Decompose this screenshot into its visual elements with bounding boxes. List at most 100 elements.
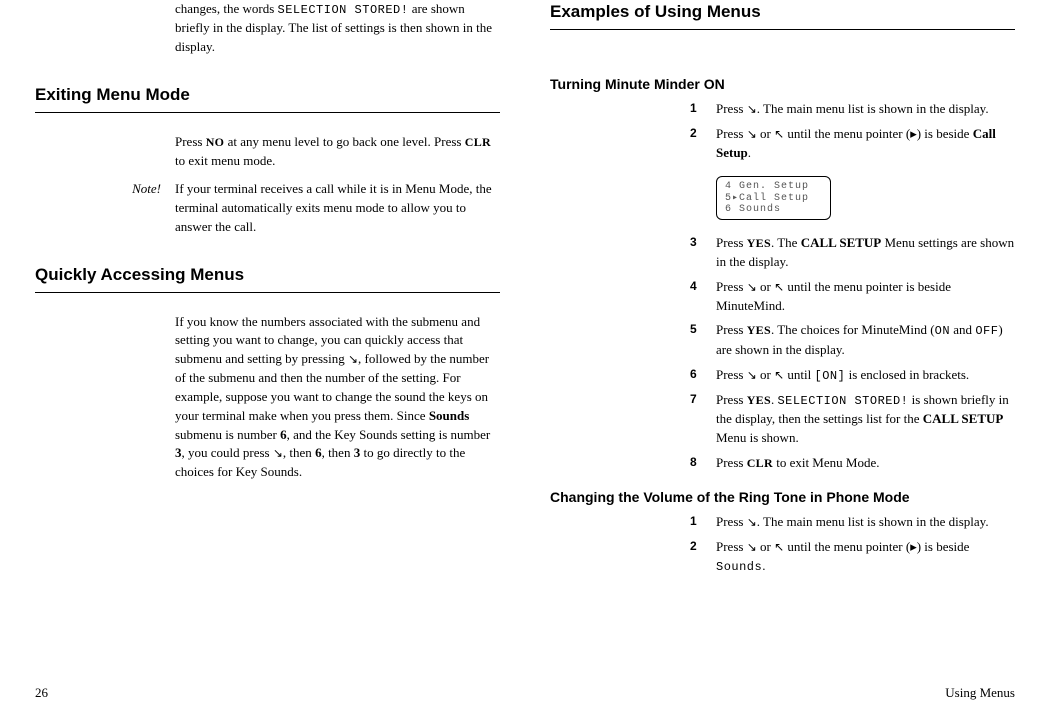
down-right-arrow-icon: ↘: [348, 351, 358, 368]
list-item: 7 Press YES. SELECTION STORED! is shown …: [690, 391, 1015, 448]
lcd-line: 5▸Call Setup: [725, 193, 822, 205]
text: Press: [716, 126, 747, 141]
step-number: 3: [690, 234, 716, 272]
text: or: [757, 539, 774, 554]
text: Press: [716, 322, 747, 337]
text: or: [757, 367, 774, 382]
down-right-arrow-icon: ↘: [747, 279, 757, 296]
text: . The main menu list is shown in the dis…: [757, 101, 989, 116]
bracketed-on: [ON]: [815, 369, 846, 383]
text: or: [757, 279, 774, 294]
step-text: Press YES. The choices for MinuteMind (O…: [716, 321, 1015, 359]
list-item: 8 Press CLR to exit Menu Mode.: [690, 454, 1015, 473]
text: at any menu level to go back one level. …: [224, 134, 464, 149]
text: Press: [716, 367, 747, 382]
text: Press: [716, 235, 747, 250]
heading-changing-volume: Changing the Volume of the Ring Tone in …: [550, 487, 1015, 507]
footer-section: Using Menus: [945, 684, 1015, 703]
steps-volume: 1 Press ↘. The main menu list is shown i…: [550, 513, 1015, 576]
text: , and the Key Sounds setting is number: [287, 427, 491, 442]
heading-quickly-accessing-menus: Quickly Accessing Menus: [35, 263, 500, 293]
key-clr: CLR: [465, 135, 491, 149]
list-item: 3 Press YES. The CALL SETUP Menu setting…: [690, 234, 1015, 272]
lcd-line: 4 Gen. Setup: [725, 181, 822, 193]
text: Press: [716, 539, 747, 554]
step-text: Press YES. The CALL SETUP Menu settings …: [716, 234, 1015, 272]
step-text: Press ↘. The main menu list is shown in …: [716, 513, 1015, 532]
right-column: Examples of Using Menus Turning Minute M…: [550, 0, 1015, 582]
text: and: [950, 322, 975, 337]
heading-turning-minute-minder-on: Turning Minute Minder ON: [550, 74, 1015, 94]
step-text: Press ↘. The main menu list is shown in …: [716, 100, 1015, 119]
text: submenu is number: [175, 427, 280, 442]
text: Press: [175, 134, 206, 149]
text: Press: [716, 279, 747, 294]
lcd-display: 4 Gen. Setup 5▸Call Setup 6 Sounds: [716, 176, 831, 220]
down-right-arrow-icon: ↘: [747, 514, 757, 531]
heading-examples-of-using-menus: Examples of Using Menus: [550, 0, 1015, 30]
step-number: 6: [690, 366, 716, 385]
exit-paragraph: Press NO at any menu level to go back on…: [35, 133, 500, 171]
note-label: Note!: [35, 180, 175, 237]
down-right-arrow-icon: ↘: [747, 539, 757, 556]
page-number: 26: [35, 684, 48, 703]
text: . The choices for MinuteMind (: [771, 322, 935, 337]
step-text: Press ↘ or ↖ until the menu pointer (▸) …: [716, 125, 1015, 163]
left-column: changes, the words SELECTION STORED! are…: [35, 0, 500, 582]
step-text: Press YES. SELECTION STORED! is shown br…: [716, 391, 1015, 448]
list-item: 5 Press YES. The choices for MinuteMind …: [690, 321, 1015, 359]
lcd-line: 6 Sounds: [725, 204, 822, 216]
sounds-bold: Sounds: [429, 408, 469, 423]
down-right-arrow-icon: ↘: [273, 445, 283, 462]
key-yes: YES: [747, 236, 771, 250]
down-right-arrow-icon: ↘: [747, 367, 757, 384]
quick-access-paragraph: If you know the numbers associated with …: [35, 313, 500, 483]
off-text: OFF: [975, 324, 998, 338]
text: is enclosed in brackets.: [845, 367, 969, 382]
step-number: 4: [690, 278, 716, 316]
text: Menu is shown.: [716, 430, 799, 445]
intro-continuation: changes, the words SELECTION STORED! are…: [35, 0, 500, 57]
up-left-arrow-icon: ↖: [774, 126, 784, 143]
key-yes: YES: [747, 323, 771, 337]
note-row: Note! If your terminal receives a call w…: [35, 180, 500, 237]
text: . The: [771, 235, 801, 250]
text: Press: [716, 392, 747, 407]
step-number: 1: [690, 100, 716, 119]
note-body: If your terminal receives a call while i…: [175, 180, 500, 237]
step-number: 8: [690, 454, 716, 473]
step-text: Press ↘ or ↖ until the menu pointer (▸) …: [716, 538, 1015, 576]
text: Press: [716, 514, 747, 529]
step-text: Press ↘ or ↖ until [ON] is enclosed in b…: [716, 366, 1015, 385]
key-yes: YES: [747, 393, 771, 407]
list-item: 1 Press ↘. The main menu list is shown i…: [690, 513, 1015, 532]
text: Press: [716, 455, 747, 470]
text: , then: [322, 445, 354, 460]
step-number: 7: [690, 391, 716, 448]
text: . The main menu list is shown in the dis…: [757, 514, 989, 529]
on-text: ON: [935, 324, 950, 338]
step-text: Press CLR to exit Menu Mode.: [716, 454, 1015, 473]
up-left-arrow-icon: ↖: [774, 279, 784, 296]
text: , you could press: [182, 445, 273, 460]
text: until: [784, 367, 814, 382]
text: , then: [283, 445, 315, 460]
step-text: Press ↘ or ↖ until the menu pointer is b…: [716, 278, 1015, 316]
page-footer: 26 Using Menus: [35, 684, 1015, 703]
key-clr: CLR: [747, 456, 773, 470]
list-item: 2 Press ↘ or ↖ until the menu pointer (▸…: [690, 538, 1015, 576]
down-right-arrow-icon: ↘: [747, 126, 757, 143]
selection-stored-text: SELECTION STORED!: [278, 3, 409, 17]
text: Press: [716, 101, 747, 116]
down-right-arrow-icon: ↘: [747, 101, 757, 118]
text: ) is beside: [917, 539, 970, 554]
step-number: 2: [690, 125, 716, 163]
list-item: 6 Press ↘ or ↖ until [ON] is enclosed in…: [690, 366, 1015, 385]
text: to exit Menu Mode.: [773, 455, 880, 470]
step-number: 2: [690, 538, 716, 576]
step-number: 5: [690, 321, 716, 359]
text: .: [762, 558, 765, 573]
steps-minute-minder: 1 Press ↘. The main menu list is shown i…: [550, 100, 1015, 163]
text: until the menu pointer (: [784, 126, 910, 141]
list-item: 1 Press ↘. The main menu list is shown i…: [690, 100, 1015, 119]
